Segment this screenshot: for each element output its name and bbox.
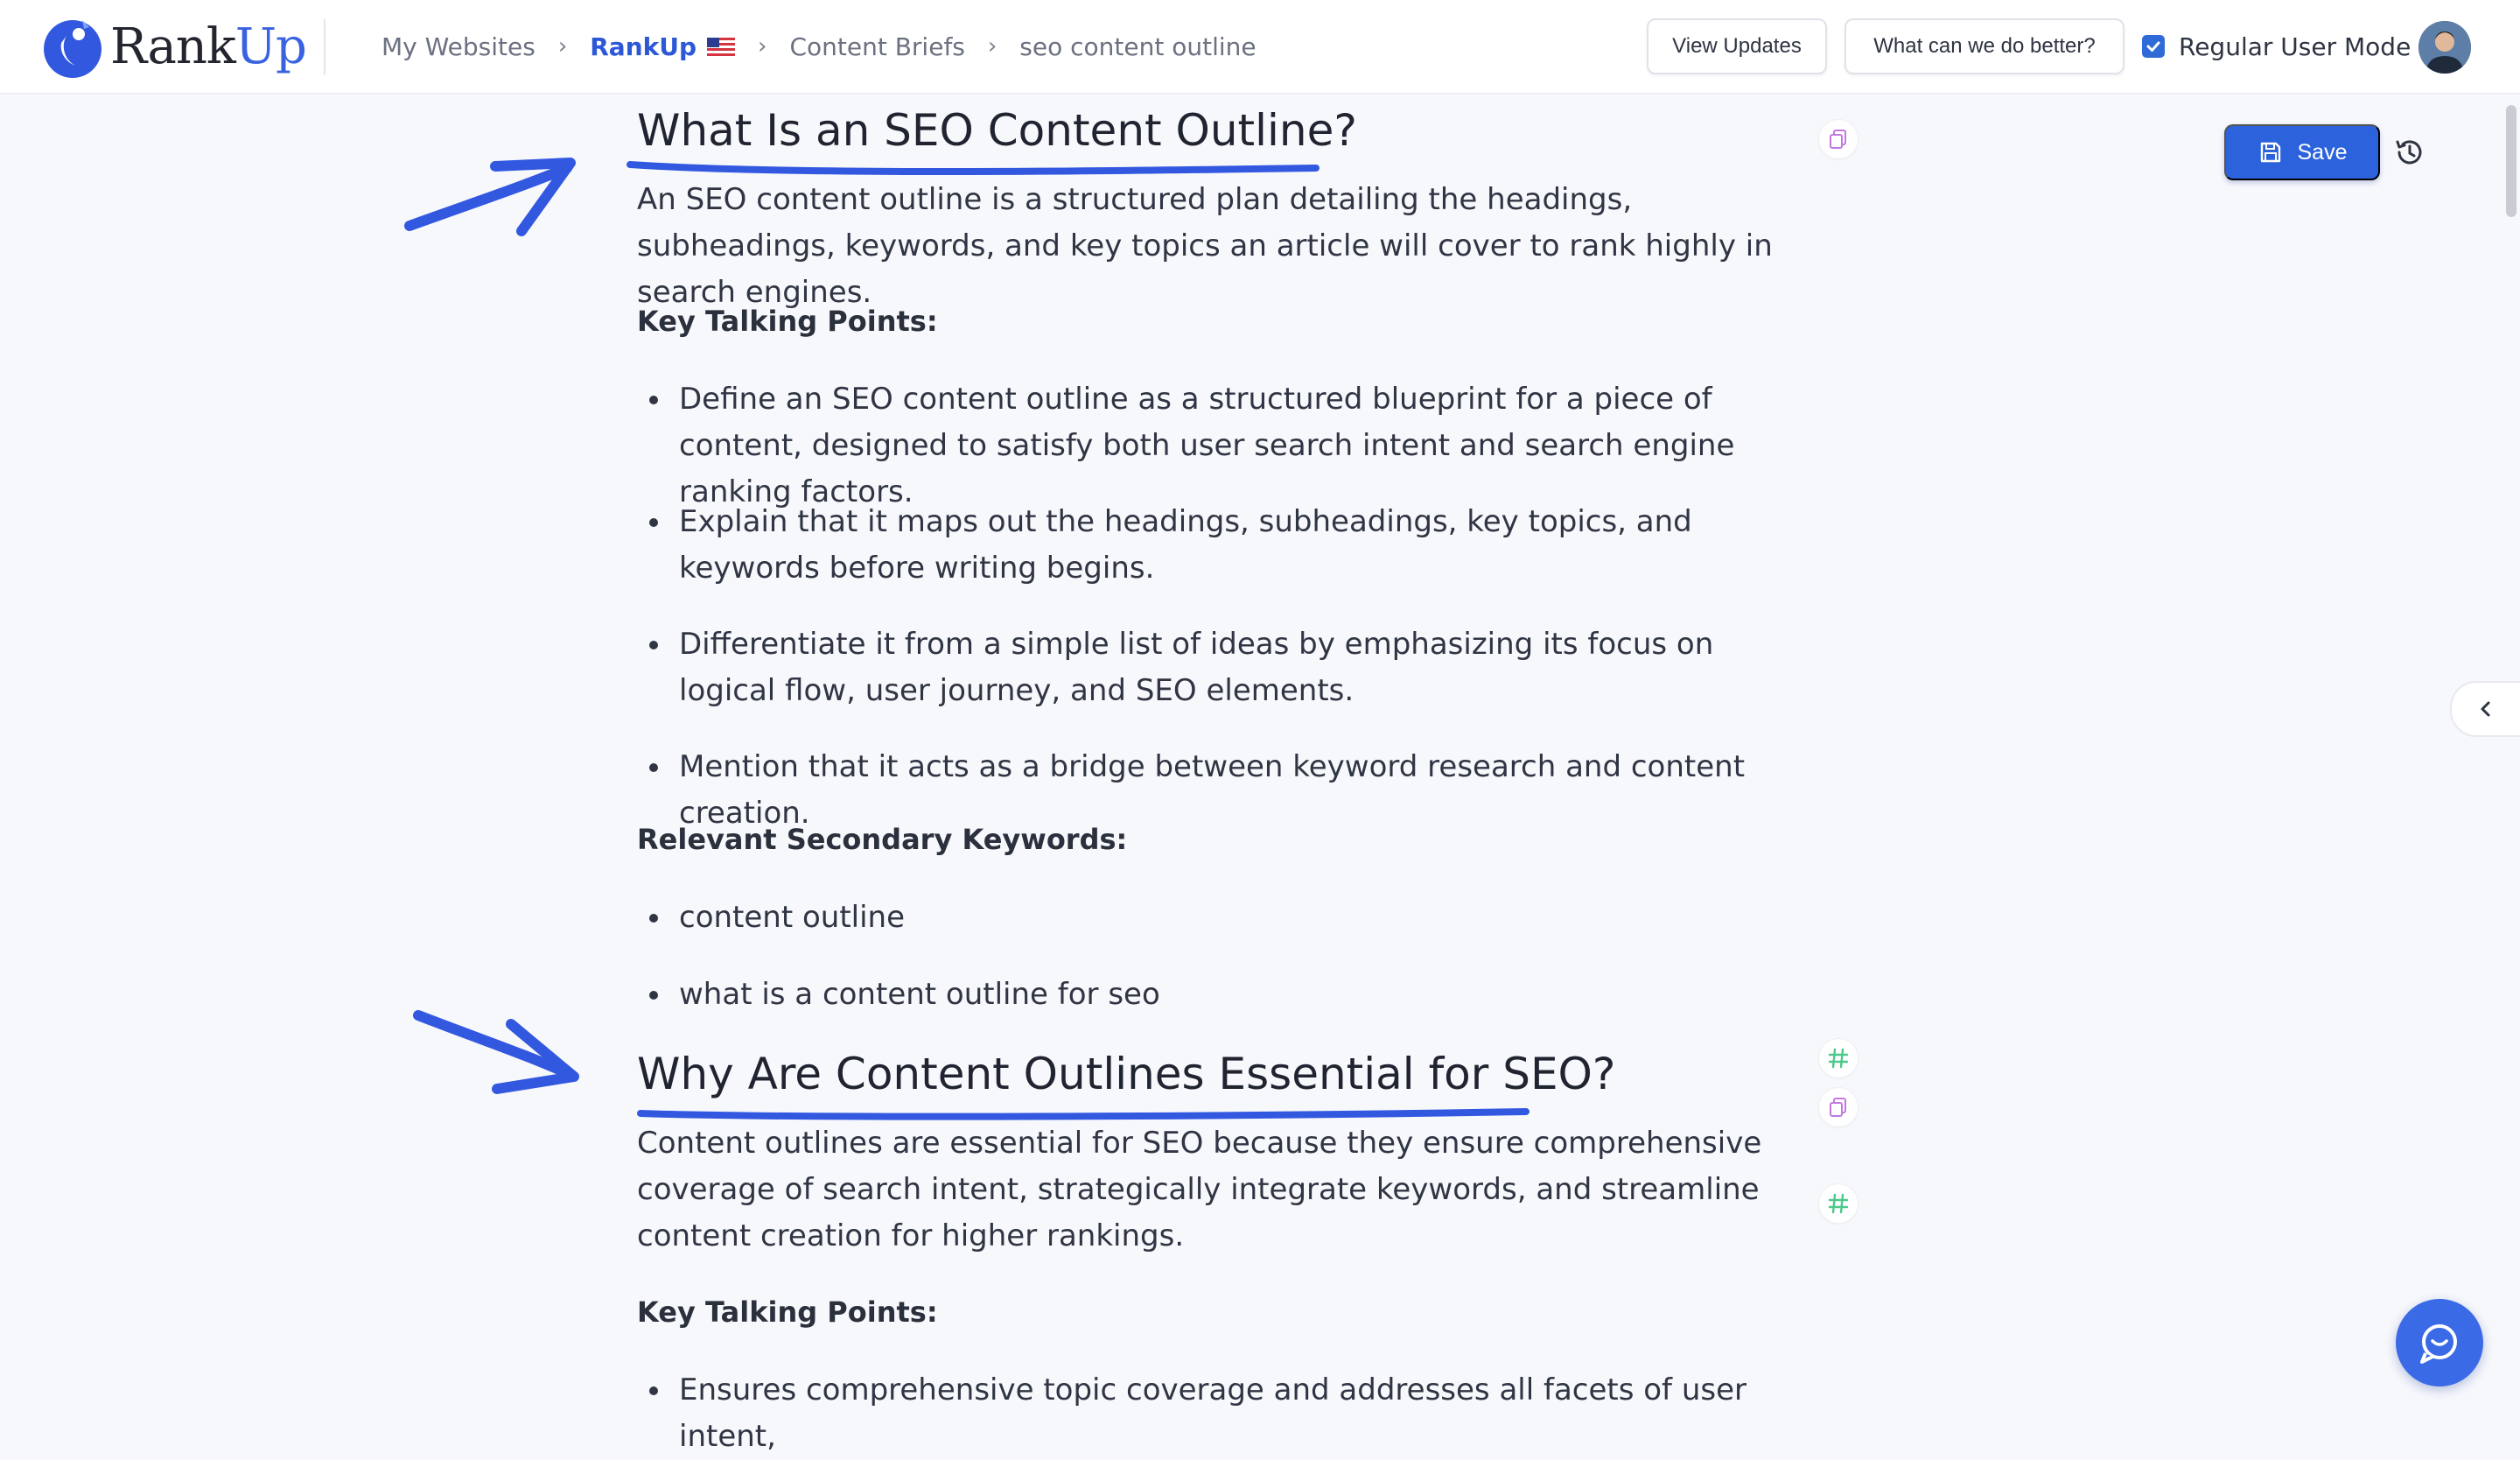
section-heading[interactable]: Why Are Content Outlines Essential for S… [637, 1049, 1615, 1099]
list-item[interactable]: Explain that it maps out the headings, s… [637, 499, 1810, 592]
scrollbar-thumb[interactable] [2506, 105, 2516, 217]
keyword-item[interactable]: what is a content outline for seo [637, 972, 1810, 1018]
save-button[interactable]: Save [2224, 124, 2380, 180]
history-icon[interactable] [2392, 135, 2427, 170]
annotation-underline-2 [637, 1108, 1530, 1120]
hash-icon [1828, 1193, 1849, 1214]
secondary-keywords-label: Relevant Secondary Keywords: [637, 823, 1128, 856]
copy-icon [1830, 130, 1846, 149]
list-item[interactable]: Differentiate it from a simple list of i… [637, 621, 1810, 714]
section-heading[interactable]: What Is an SEO Content Outline? [637, 105, 1357, 156]
annotation-arrowhead-1 [490, 158, 576, 236]
heading-level-button[interactable] [1818, 1038, 1858, 1078]
annotation-underline-1 [626, 161, 1320, 175]
annotation-arrow-2 [413, 1010, 576, 1080]
list-item[interactable]: Ensures comprehensive topic coverage and… [637, 1367, 1810, 1460]
section-intro[interactable]: Content outlines are essential for SEO b… [637, 1120, 1810, 1260]
copy-section-button[interactable] [1818, 119, 1858, 159]
chat-icon [2420, 1324, 2457, 1364]
list-item[interactable]: Define an SEO content outline as a struc… [637, 376, 1810, 516]
keyword-item[interactable]: content outline [637, 895, 1810, 941]
hash-icon [1828, 1048, 1849, 1069]
copy-section-button[interactable] [1818, 1087, 1858, 1127]
expand-sidebar-button[interactable] [2450, 681, 2520, 737]
talking-points-label: Key Talking Points: [637, 305, 938, 338]
heading-level-button[interactable] [1818, 1183, 1858, 1224]
save-button-label: Save [2297, 139, 2348, 165]
save-icon [2260, 142, 2280, 163]
chevron-left-icon [2481, 701, 2490, 717]
section-intro[interactable]: An SEO content outline is a structured p… [637, 177, 1810, 316]
copy-icon [1830, 1098, 1846, 1117]
chat-support-button[interactable] [2396, 1299, 2483, 1386]
talking-points-label: Key Talking Points: [637, 1295, 938, 1329]
scrollbar-track[interactable] [2504, 95, 2520, 1419]
